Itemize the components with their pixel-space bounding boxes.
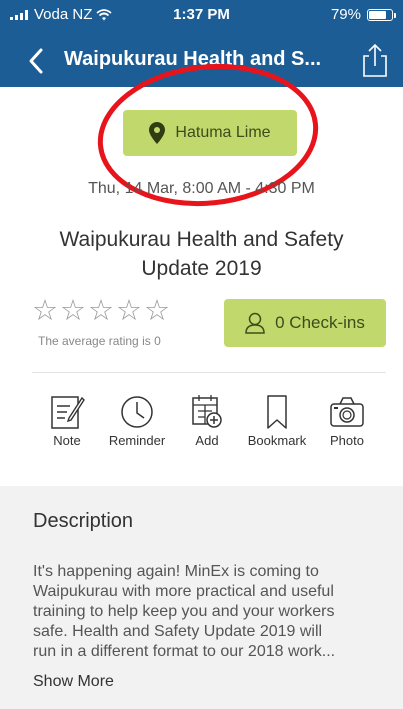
description-heading: Description	[33, 510, 134, 532]
photo-label: Photo	[330, 433, 364, 448]
star-icon[interactable]: ☆	[88, 296, 114, 326]
location-badge[interactable]: Hatuma Lime	[123, 110, 297, 156]
status-battery-group: 79%	[330, 6, 396, 23]
description-line: It's happening again! MinEx is coming to	[33, 563, 319, 580]
description-line: run in a different format to our 2018 wo…	[33, 643, 336, 658]
star-icon[interactable]: ☆	[144, 296, 170, 326]
camera-icon	[330, 397, 364, 427]
note-icon	[51, 396, 85, 429]
description-line: Waipukurau with more practical and usefu…	[33, 583, 334, 600]
reminder-label: Reminder	[108, 433, 166, 448]
description-text: It's happening again! MinEx is coming to…	[33, 562, 388, 658]
add-label: Add	[195, 433, 219, 448]
note-label: Note	[53, 433, 81, 448]
star-icon[interactable]: ☆	[116, 296, 142, 326]
clock-icon	[121, 396, 153, 428]
map-pin-icon	[149, 122, 166, 144]
back-button[interactable]	[26, 47, 46, 75]
add-to-calendar-button[interactable]: Add	[170, 392, 244, 448]
event-date: Thu, 14 Mar, 8:00 AM - 4:30 PM	[88, 180, 315, 197]
check-in-label: 0 Check-ins	[275, 313, 365, 332]
event-title: Waipukurau Health and Safety Update 2019	[59, 228, 344, 280]
battery-level	[369, 10, 386, 19]
bookmark-icon	[267, 395, 287, 429]
description-line: training to help keep you and your worke…	[33, 603, 335, 620]
location-name: Hatuma Lime	[175, 124, 271, 141]
star-icon[interactable]: ☆	[32, 296, 58, 326]
photo-button[interactable]: Photo	[310, 392, 384, 448]
reminder-button[interactable]: Reminder	[100, 392, 174, 448]
battery-icon	[367, 8, 396, 21]
divider	[32, 372, 386, 373]
bookmark-label: Bookmark	[247, 433, 307, 448]
description-line: safe. Health and Safety Update 2019 will	[33, 623, 323, 640]
battery-percent: 79%	[330, 6, 361, 23]
share-button[interactable]	[358, 42, 392, 78]
action-bar: Note Reminder Add Bookmark Photo	[30, 392, 380, 452]
page-title: Waipukurau Health and S...	[64, 48, 322, 70]
note-button[interactable]: Note	[30, 392, 104, 448]
calendar-add-icon	[192, 395, 222, 428]
bookmark-button[interactable]: Bookmark	[240, 392, 314, 448]
status-bar: Voda NZ 1:37 PM 79%	[0, 0, 403, 26]
app-header: Voda NZ 1:37 PM 79% Waipukurau Health an…	[0, 0, 403, 87]
check-in-button[interactable]: 0 Check-ins	[224, 299, 386, 347]
description-section: Description It's happening again! MinEx …	[0, 486, 403, 709]
show-more-link[interactable]: Show More	[33, 673, 114, 691]
star-icon[interactable]: ☆	[60, 296, 86, 326]
rating-stars[interactable]: ☆ ☆ ☆ ☆ ☆	[32, 296, 170, 326]
rating-caption: The average rating is 0	[38, 334, 161, 348]
user-icon	[245, 312, 265, 334]
